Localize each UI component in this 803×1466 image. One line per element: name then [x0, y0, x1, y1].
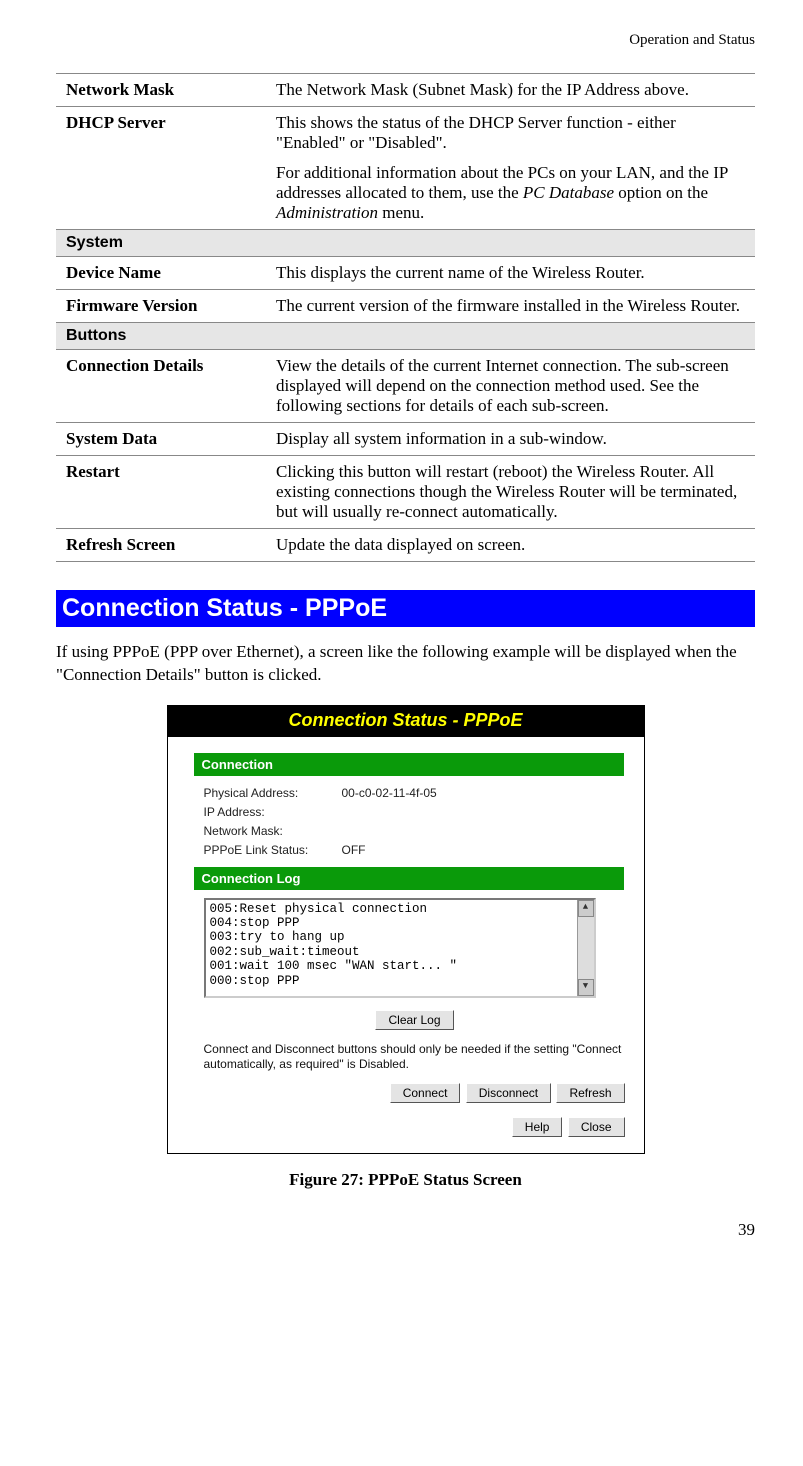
log-line: 004:stop PPP — [210, 916, 590, 930]
kv-key: IP Address: — [204, 803, 342, 822]
log-line: 001:wait 100 msec "WAN start... " — [210, 959, 590, 973]
row-label-refresh: Refresh Screen — [56, 529, 266, 562]
row-desc-system-data: Display all system information in a sub-… — [266, 423, 755, 456]
scroll-up-icon[interactable]: ▲ — [578, 900, 594, 917]
log-line: 000:stop PPP — [210, 974, 590, 988]
row-desc-device-name: This displays the current name of the Wi… — [266, 257, 755, 290]
kv-key: Physical Address: — [204, 784, 342, 803]
row-label-system-data: System Data — [56, 423, 266, 456]
section-heading-system: System — [56, 230, 755, 257]
row-desc-restart: Clicking this button will restart (reboo… — [266, 456, 755, 529]
row-label-network-mask: Network Mask — [56, 74, 266, 107]
screenshot-panel: Connection Status - PPPoE Connection Phy… — [167, 705, 645, 1154]
page-header: Operation and Status — [56, 32, 755, 49]
table-row: Firmware Version The current version of … — [56, 290, 755, 323]
table-row: Restart Clicking this button will restar… — [56, 456, 755, 529]
pppoe-intro-paragraph: If using PPPoE (PPP over Ethernet), a sc… — [56, 641, 755, 687]
row-label-firmware: Firmware Version — [56, 290, 266, 323]
table-row: DHCP Server This shows the status of the… — [56, 107, 755, 230]
row-desc-connection-details: View the details of the current Internet… — [266, 350, 755, 423]
kv-key: PPPoE Link Status: — [204, 841, 342, 860]
page-number: 39 — [56, 1220, 755, 1240]
clear-log-button[interactable]: Clear Log — [375, 1010, 453, 1030]
dhcp-para-2: For additional information about the PCs… — [276, 163, 745, 223]
figure-caption: Figure 27: PPPoE Status Screen — [56, 1170, 755, 1190]
log-line: 003:try to hang up — [210, 930, 590, 944]
refresh-button[interactable]: Refresh — [556, 1083, 624, 1103]
log-line: 002:sub_wait:timeout — [210, 945, 590, 959]
scroll-down-icon[interactable]: ▼ — [578, 979, 594, 996]
row-label-connection-details: Connection Details — [56, 350, 266, 423]
kv-key: Network Mask: — [204, 822, 342, 841]
help-button[interactable]: Help — [512, 1117, 563, 1137]
disconnect-button[interactable]: Disconnect — [466, 1083, 551, 1103]
table-row-section: System — [56, 230, 755, 257]
connection-details-block: Physical Address:00-c0-02-11-4f-05 IP Ad… — [204, 784, 626, 861]
screenshot-section-log: Connection Log — [194, 867, 624, 890]
close-button[interactable]: Close — [568, 1117, 625, 1137]
table-row: System Data Display all system informati… — [56, 423, 755, 456]
row-desc-firmware: The current version of the firmware inst… — [266, 290, 755, 323]
kv-val: OFF — [342, 843, 366, 857]
log-line: 005:Reset physical connection — [210, 902, 590, 916]
table-row: Refresh Screen Update the data displayed… — [56, 529, 755, 562]
row-label-device-name: Device Name — [56, 257, 266, 290]
connect-hint-text: Connect and Disconnect buttons should on… — [204, 1042, 626, 1073]
reference-table: Network Mask The Network Mask (Subnet Ma… — [56, 73, 755, 562]
section-heading-buttons: Buttons — [56, 323, 755, 350]
scrollbar[interactable]: ▲ ▼ — [577, 900, 594, 996]
row-desc-network-mask: The Network Mask (Subnet Mask) for the I… — [266, 74, 755, 107]
table-row: Network Mask The Network Mask (Subnet Ma… — [56, 74, 755, 107]
connect-button[interactable]: Connect — [390, 1083, 461, 1103]
dhcp-para-1: This shows the status of the DHCP Server… — [276, 113, 745, 153]
section-banner-pppoe: Connection Status - PPPoE — [56, 590, 755, 627]
log-textarea[interactable]: 005:Reset physical connection 004:stop P… — [204, 898, 596, 998]
screenshot-title: Connection Status - PPPoE — [168, 706, 644, 737]
row-desc-dhcp: This shows the status of the DHCP Server… — [266, 107, 755, 230]
row-label-restart: Restart — [56, 456, 266, 529]
table-row-section: Buttons — [56, 323, 755, 350]
row-label-dhcp: DHCP Server — [56, 107, 266, 230]
screenshot-section-connection: Connection — [194, 753, 624, 776]
table-row: Device Name This displays the current na… — [56, 257, 755, 290]
kv-val: 00-c0-02-11-4f-05 — [342, 786, 437, 800]
row-desc-refresh: Update the data displayed on screen. — [266, 529, 755, 562]
table-row: Connection Details View the details of t… — [56, 350, 755, 423]
